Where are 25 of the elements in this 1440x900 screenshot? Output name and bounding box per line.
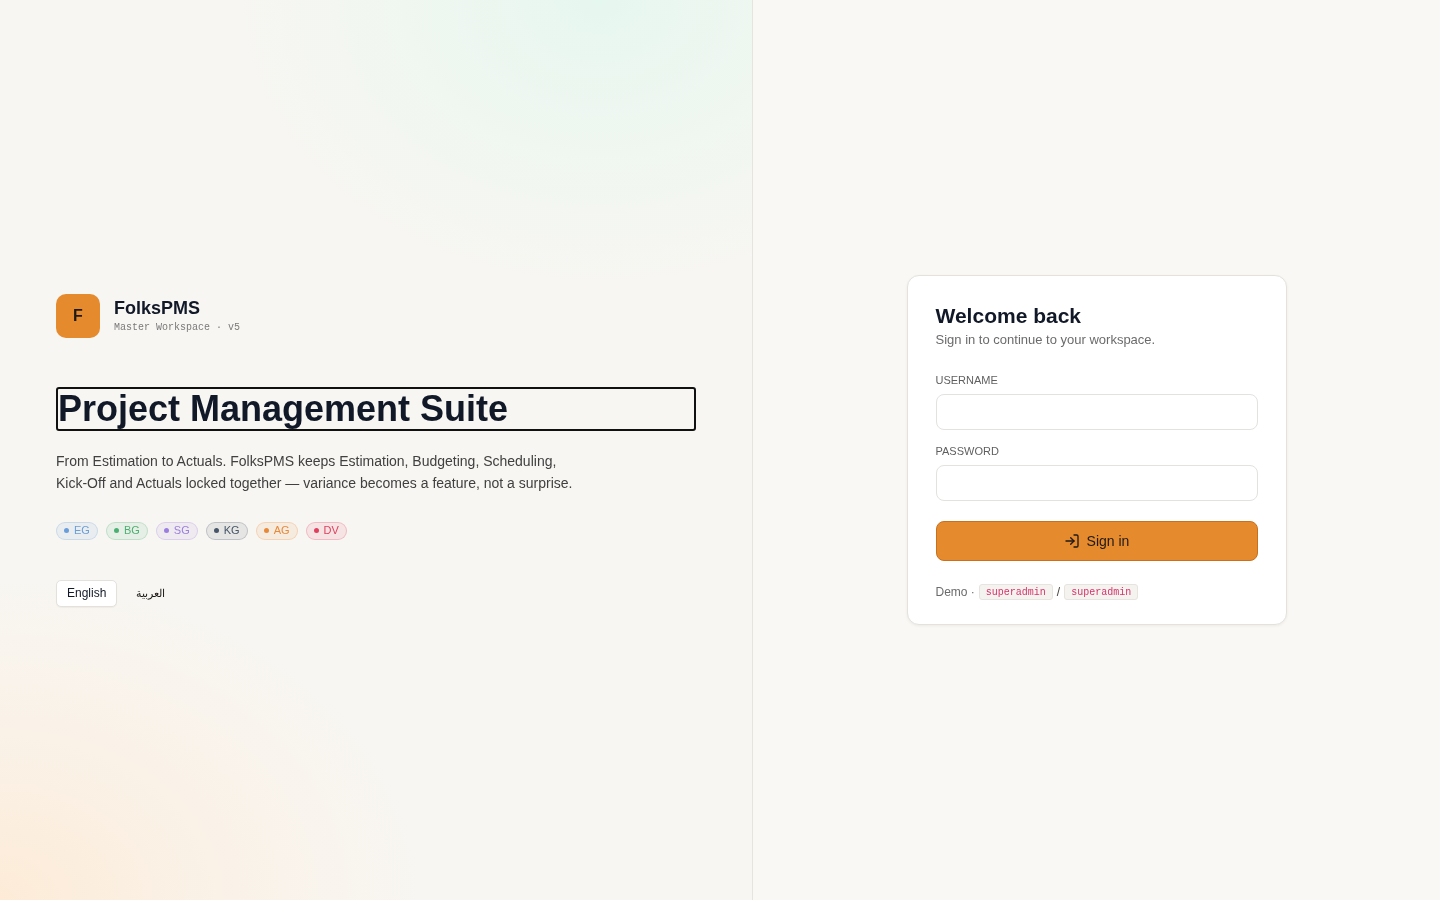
demo-password: superadmin bbox=[1064, 584, 1139, 600]
sign-in-button[interactable]: Sign in bbox=[935, 521, 1258, 561]
tag-label: EG bbox=[74, 525, 90, 536]
description-text: From Estimation to Actuals. FolksPMS keeps Estimation, Budgeting, Scheduling, Kick-Off and Actuals locked together — variance becomes a feature, not a surprise. bbox=[56, 451, 574, 493]
field-label: USERNAME bbox=[935, 373, 999, 387]
card-title: Welcome back bbox=[935, 303, 1082, 329]
demo-label: Demo · bbox=[935, 584, 975, 601]
workspace-subtitle: Master Workspace · v5 bbox=[114, 320, 241, 335]
brand-name: FolksPMS bbox=[114, 296, 202, 319]
tag-label: KG bbox=[223, 525, 240, 536]
demo-separator: / bbox=[1056, 584, 1061, 601]
brand-logo: F bbox=[56, 293, 100, 338]
field-label: PASSWORD bbox=[935, 444, 1000, 458]
language-option[interactable]: English bbox=[56, 579, 118, 607]
tag-label: BG bbox=[123, 525, 140, 536]
tag-label: DV bbox=[323, 525, 339, 536]
tag-label: SG bbox=[173, 525, 190, 536]
input-field[interactable] bbox=[935, 394, 1258, 430]
page-heading: Project Management Suite bbox=[56, 386, 696, 431]
input-field[interactable] bbox=[935, 465, 1258, 501]
login-arrow-icon bbox=[1063, 533, 1080, 549]
tag-label: AG bbox=[273, 525, 290, 536]
card-subtitle: Sign in to continue to your workspace. bbox=[935, 331, 1157, 349]
demo-username: superadmin bbox=[978, 584, 1053, 600]
language-option[interactable]: العربية bbox=[125, 579, 177, 607]
